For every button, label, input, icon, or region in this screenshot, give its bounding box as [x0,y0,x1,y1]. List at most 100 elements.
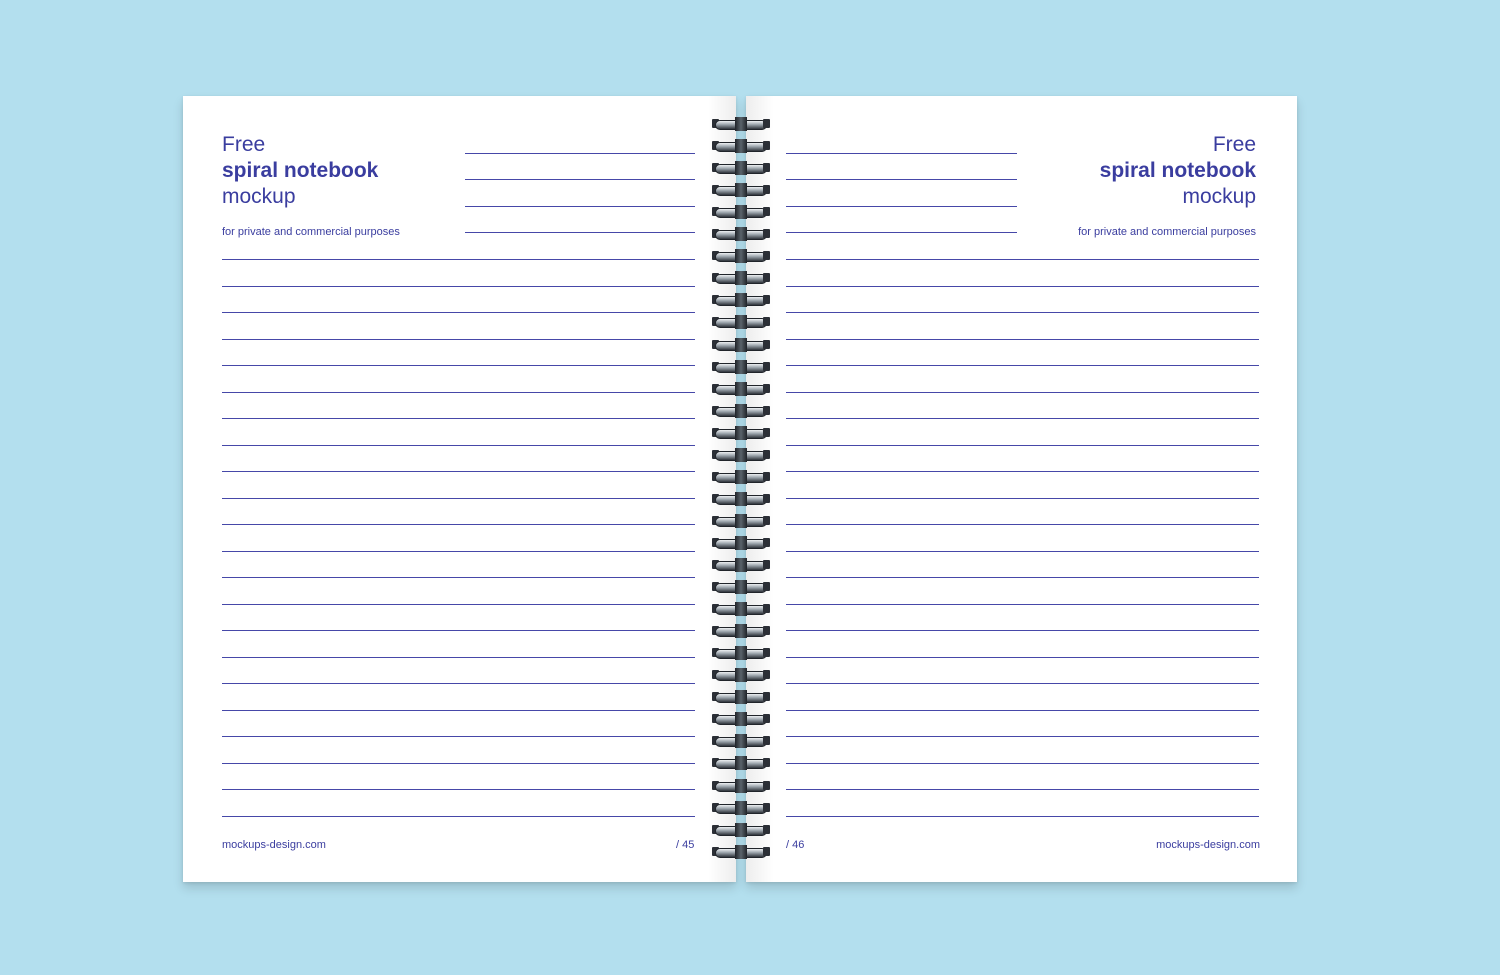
wire-core [735,360,747,374]
left-title-line3: mockup [222,185,296,208]
spiral-ring [711,801,771,815]
spiral-ring [711,404,771,418]
spiral-ring [711,779,771,793]
right-page-number: / 46 [786,839,805,851]
right-ruled-line [786,789,1259,790]
wire-core [735,382,747,396]
punch-hole [763,758,770,767]
wire-core [735,139,747,153]
right-title-line2: spiral notebook [1099,159,1256,182]
right-ruled-line [786,630,1259,631]
punch-hole [763,516,770,525]
left-header-line [465,206,695,207]
punch-hole [763,406,770,415]
wire-core [735,448,747,462]
right-header-line [786,232,1017,233]
left-ruled-line [222,471,695,472]
punch-hole [763,560,770,569]
punch-hole [763,141,770,150]
right-subtitle: for private and commercial purposes [1078,226,1256,238]
spiral-binding [711,112,771,864]
right-title: Free spiral notebook mockup [1100,132,1256,210]
left-page-number: / 45 [676,839,695,851]
left-ruled-line [222,789,695,790]
right-ruled-line [786,816,1259,817]
left-ruled-line [222,657,695,658]
wire-core [735,315,747,329]
wire-core [735,492,747,506]
wire-core [735,205,747,219]
spiral-ring [711,668,771,682]
right-ruled-line [786,551,1259,552]
punch-hole [763,847,770,856]
wire-core [735,646,747,660]
punch-hole [763,692,770,701]
punch-hole [763,119,770,128]
right-ruled-line [786,577,1259,578]
spiral-ring [711,161,771,175]
wire-core [735,183,747,197]
right-ruled-line [786,471,1259,472]
spiral-ring [711,448,771,462]
spiral-ring [711,139,771,153]
spiral-ring [711,338,771,352]
left-ruled-line [222,286,695,287]
punch-hole [763,362,770,371]
wire-core [735,801,747,815]
right-ruled-line [786,445,1259,446]
left-ruled-line [222,259,695,260]
wire-core [735,117,747,131]
left-ruled-line [222,551,695,552]
right-ruled-line [786,657,1259,658]
right-ruled-line [786,339,1259,340]
punch-hole [763,251,770,260]
left-title: Free spiral notebook mockup [222,132,378,210]
punch-hole [763,714,770,723]
wire-core [735,426,747,440]
right-ruled-line [786,683,1259,684]
wire-core [735,690,747,704]
left-ruled-line [222,577,695,578]
spiral-ring [711,756,771,770]
wire-core [735,338,747,352]
right-ruled-line [786,710,1259,711]
left-ruled-line [222,763,695,764]
punch-hole [763,295,770,304]
spiral-ring [711,117,771,131]
wire-core [735,580,747,594]
right-ruled-line [786,763,1259,764]
punch-hole [763,582,770,591]
left-ruled-line [222,392,695,393]
punch-hole [763,803,770,812]
spiral-ring [711,845,771,859]
right-page: Free spiral notebook mockup for private … [746,96,1297,882]
right-ruled-line [786,418,1259,419]
spiral-ring [711,734,771,748]
spiral-ring [711,249,771,263]
spiral-ring [711,690,771,704]
left-ruled-line [222,498,695,499]
wire-core [735,779,747,793]
right-ruled-line [786,286,1259,287]
spiral-ring [711,360,771,374]
spiral-ring [711,536,771,550]
punch-hole [763,781,770,790]
spiral-ring [711,712,771,726]
left-ruled-line [222,683,695,684]
wire-core [735,404,747,418]
left-header-line [465,232,695,233]
wire-core [735,514,747,528]
punch-hole [763,384,770,393]
punch-hole [763,648,770,657]
right-title-line1: Free [1212,133,1256,156]
spiral-ring [711,823,771,837]
spiral-ring [711,470,771,484]
left-ruled-line [222,312,695,313]
spiral-ring [711,293,771,307]
spiral-ring [711,315,771,329]
wire-core [735,712,747,726]
left-ruled-line [222,816,695,817]
punch-hole [763,207,770,216]
spiral-ring [711,580,771,594]
punch-hole [763,185,770,194]
